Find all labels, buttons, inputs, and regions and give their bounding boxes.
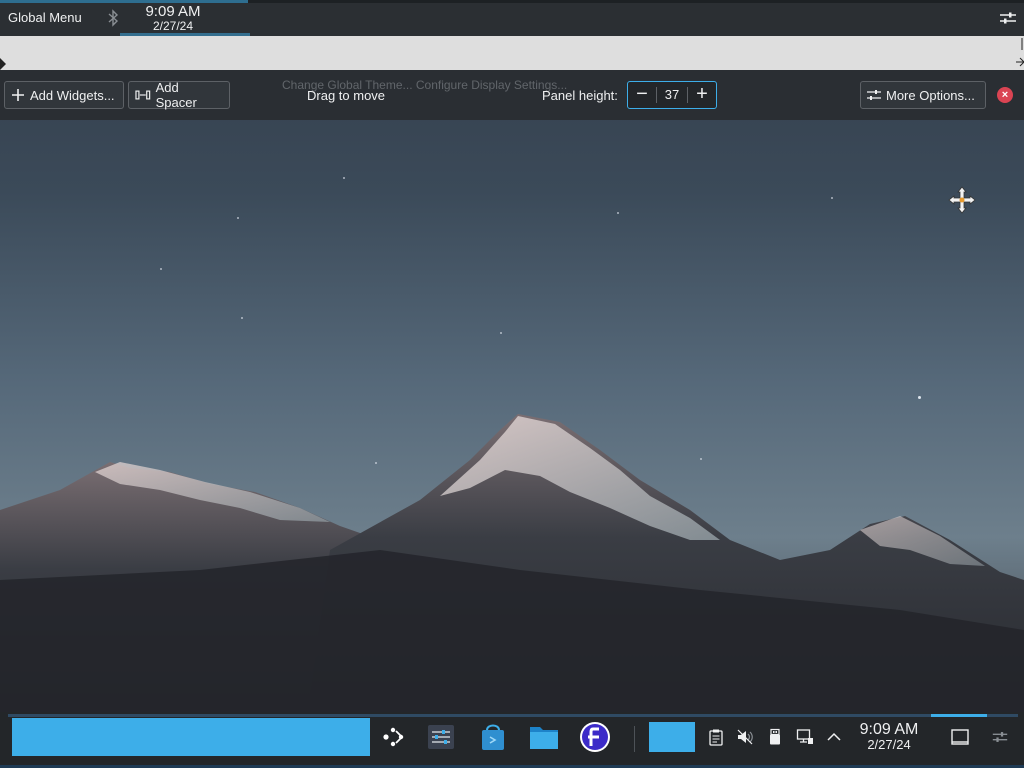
close-edit-mode-icon[interactable]: × <box>997 87 1013 103</box>
more-options-label: More Options... <box>886 87 975 103</box>
drag-to-move-handle[interactable]: Drag to move <box>307 88 385 103</box>
bottom-panel-configure-icon[interactable] <box>991 729 1009 745</box>
increase-height-button[interactable]: + <box>688 82 716 108</box>
top-panel-accent <box>0 0 248 3</box>
file-manager-icon[interactable] <box>528 721 560 753</box>
bottom-clock-date: 2/27/24 <box>867 737 911 752</box>
highlighted-panel-spacer[interactable] <box>649 722 695 752</box>
network-wired-icon[interactable] <box>796 728 814 746</box>
expand-tray-icon[interactable] <box>825 728 843 746</box>
discover-store-icon[interactable] <box>477 721 509 753</box>
highlighted-panel-region[interactable] <box>12 718 370 756</box>
more-options-button[interactable]: More Options... <box>860 81 986 109</box>
tray-separator <box>634 726 635 752</box>
global-menu-label[interactable]: Global Menu <box>8 10 82 25</box>
add-widgets-label: Add Widgets... <box>30 87 115 103</box>
bottom-clock-time: 9:09 AM <box>859 721 919 738</box>
move-cursor-icon <box>948 186 976 214</box>
bottom-panel-accent <box>931 714 987 717</box>
configure-sliders-icon <box>867 90 881 100</box>
top-digital-clock[interactable]: 9:09 AM 2/27/24 <box>125 4 221 33</box>
top-clock-time: 9:09 AM <box>145 3 201 20</box>
ruler-right-handle-icon[interactable] <box>1016 36 1024 70</box>
spacer-icon <box>135 90 151 100</box>
system-settings-icon[interactable] <box>425 721 457 753</box>
app-launcher-icon[interactable] <box>377 721 409 753</box>
panel-height-value[interactable]: 37 <box>658 87 686 102</box>
ruler-left-handle-icon[interactable] <box>0 58 6 70</box>
panel-height-label: Panel height: <box>542 88 618 103</box>
usb-device-icon[interactable] <box>766 728 784 746</box>
add-widgets-button[interactable]: Add Widgets... <box>4 81 124 109</box>
show-desktop-icon[interactable] <box>950 727 970 747</box>
clipboard-icon[interactable] <box>707 728 725 746</box>
add-spacer-label: Add Spacer <box>155 80 197 110</box>
bottom-digital-clock[interactable]: 9:09 AM 2/27/24 <box>852 721 926 752</box>
volume-muted-icon[interactable] <box>736 728 754 746</box>
panel-edit-ruler[interactable] <box>0 36 1024 70</box>
add-spacer-button[interactable]: Add Spacer <box>128 80 230 110</box>
plus-icon <box>12 89 24 101</box>
fedora-icon[interactable] <box>579 721 611 753</box>
top-clock-date: 2/27/24 <box>152 19 194 33</box>
spin-divider <box>656 87 657 103</box>
bottom-panel-top-border <box>8 714 1018 717</box>
bluetooth-icon[interactable] <box>106 9 120 27</box>
panel-height-spinbox[interactable]: − 37 + <box>627 81 717 109</box>
decrease-height-button[interactable]: − <box>628 82 656 108</box>
panel-configure-icon[interactable] <box>998 10 1018 26</box>
